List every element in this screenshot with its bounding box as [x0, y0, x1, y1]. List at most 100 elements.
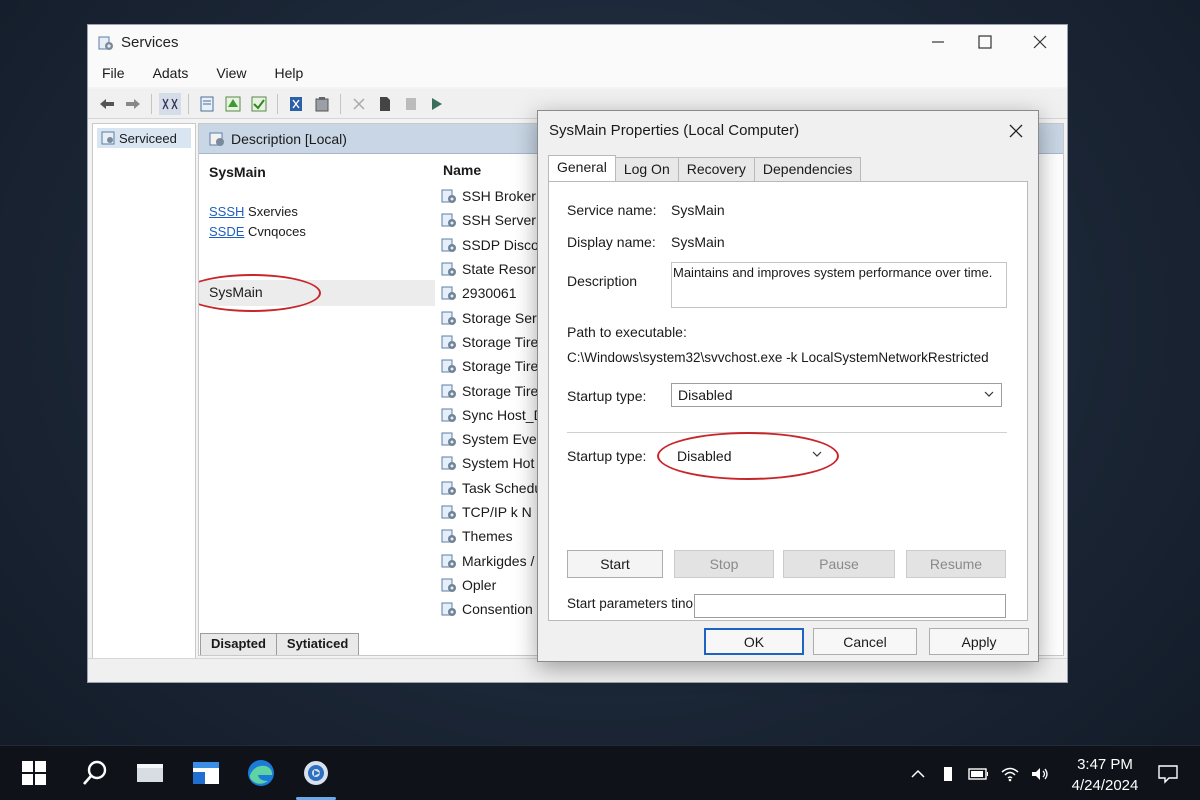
path-label: Path to executable:	[567, 324, 687, 340]
service-row[interactable]: State Resor	[441, 257, 541, 281]
show-hidden-icons-button[interactable]	[908, 764, 928, 784]
service-row[interactable]: 2930061	[441, 281, 541, 305]
tab-general[interactable]: General	[548, 155, 616, 181]
stop-service-button[interactable]	[400, 93, 422, 115]
volume-button[interactable]	[1030, 764, 1050, 784]
properties-button[interactable]	[196, 93, 218, 115]
search-button[interactable]	[77, 756, 113, 790]
clipboard-icon	[315, 96, 329, 111]
cancel-button[interactable]: Cancel	[813, 628, 917, 655]
service-row[interactable]: SSH Server c	[441, 208, 547, 232]
export-button[interactable]	[222, 93, 244, 115]
service-row[interactable]: Themes	[441, 524, 541, 548]
minimize-button[interactable]	[911, 25, 965, 59]
toolbar-separator	[277, 93, 278, 114]
service-icon	[441, 213, 456, 228]
display-name-label: Display name:	[567, 234, 656, 250]
description-line: SSSH Sxervies	[209, 202, 306, 222]
name-column-header[interactable]: Name	[443, 162, 481, 178]
task-view-button[interactable]	[132, 756, 168, 790]
edge-button[interactable]	[243, 756, 279, 790]
startup-type-select[interactable]: Disabled	[671, 383, 1002, 407]
service-row[interactable]: Markigdes /	[441, 548, 541, 572]
service-row[interactable]: SSH Broker	[441, 184, 541, 208]
menu-file[interactable]: File	[88, 61, 139, 87]
file-explorer-icon	[193, 762, 219, 784]
stop-button[interactable]: Stop	[674, 550, 774, 578]
start-service-button[interactable]	[426, 93, 448, 115]
dialog-close-button[interactable]	[1004, 119, 1028, 143]
service-row[interactable]: Storage Serv	[441, 305, 544, 329]
tab-extended[interactable]: Disapted	[200, 633, 277, 655]
menu-action[interactable]: Adats	[139, 61, 203, 87]
service-name: Storage Serv	[462, 309, 544, 326]
service-row[interactable]: Storage Tire	[441, 330, 541, 354]
battery-button[interactable]	[968, 764, 988, 784]
service-link[interactable]: SSDE	[209, 224, 244, 239]
taskbar: 3:47 PM 4/24/2024	[0, 745, 1200, 800]
service-row[interactable]: Storage Tire	[441, 354, 541, 378]
tab-recovery[interactable]: Recovery	[677, 157, 755, 181]
ok-button[interactable]: OK	[704, 628, 804, 655]
service-name: Storage Tire	[462, 382, 539, 399]
apply-button[interactable]: Apply	[929, 628, 1029, 655]
properties-dialog: SysMain Properties (Local Computer) Gene…	[537, 110, 1039, 662]
path-value: C:\Windows\system32\svvchost.exe -k Loca…	[567, 350, 989, 365]
menu-view[interactable]: View	[202, 61, 260, 87]
service-row[interactable]: Storage Tire	[441, 378, 541, 402]
service-icon	[441, 529, 456, 544]
menu-help[interactable]: Help	[260, 61, 317, 87]
service-row[interactable]: Opler	[441, 573, 541, 597]
start-icon	[22, 761, 46, 785]
back-button[interactable]	[96, 93, 118, 115]
forward-button[interactable]	[122, 93, 144, 115]
services-taskbar-button[interactable]	[298, 756, 334, 790]
close-button[interactable]	[1013, 25, 1067, 59]
device-icon-button[interactable]	[938, 764, 958, 784]
service-icon	[441, 578, 456, 592]
tab-dependencies[interactable]: Dependencies	[753, 157, 862, 181]
cut-button[interactable]	[348, 93, 370, 115]
service-name: State Resor	[462, 261, 536, 278]
network-button[interactable]	[1000, 764, 1020, 784]
up-arrow-icon	[225, 96, 241, 111]
maximize-button[interactable]	[958, 25, 1012, 59]
pause-button[interactable]: Pause	[783, 550, 895, 578]
clock-time: 3:47 PM	[1077, 756, 1133, 773]
help-button[interactable]	[285, 93, 307, 115]
service-row[interactable]: Task Schedu	[441, 476, 542, 500]
service-row[interactable]: Sync Host_D	[441, 403, 544, 427]
service-icon	[441, 456, 456, 471]
check-icon	[251, 96, 267, 111]
start-parameters-input[interactable]	[694, 594, 1006, 618]
tree-toggle-icon	[162, 98, 178, 109]
notification-button[interactable]	[1156, 762, 1180, 786]
show-hide-tree-button[interactable]	[159, 92, 181, 115]
description-field[interactable]: Maintains and improves system performanc…	[671, 262, 1007, 308]
start-button[interactable]: Start	[567, 550, 663, 578]
service-icon	[441, 311, 456, 325]
tree-item-services[interactable]: Serviceed	[97, 128, 191, 148]
check-button[interactable]	[248, 93, 270, 115]
tab-log-on[interactable]: Log On	[614, 157, 679, 181]
tab-standard[interactable]: Sytiaticed	[275, 633, 360, 655]
services-app-icon	[98, 36, 113, 50]
service-row[interactable]: TCP/IP k N	[441, 500, 541, 524]
service-row[interactable]: Consention	[441, 597, 541, 621]
settings-icon	[304, 761, 328, 785]
start-button[interactable]	[16, 756, 52, 790]
resume-button[interactable]: Resume	[906, 550, 1006, 578]
taskbar-clock[interactable]: 3:47 PM 4/24/2024	[1062, 754, 1148, 796]
service-icon	[441, 554, 456, 568]
service-row[interactable]: System Ever	[441, 427, 541, 451]
service-row[interactable]: SSDP Disco	[441, 233, 541, 257]
file-explorer-button[interactable]	[188, 756, 224, 790]
window-title: Services	[121, 34, 179, 51]
service-icon	[441, 189, 456, 204]
usb-drive-icon	[944, 767, 952, 781]
service-link[interactable]: SSSH	[209, 204, 244, 219]
service-name-label: Service name:	[567, 202, 657, 218]
service-row[interactable]: System Hot	[441, 451, 541, 475]
copy-button[interactable]	[374, 93, 396, 115]
clipboard-button[interactable]	[311, 93, 333, 115]
